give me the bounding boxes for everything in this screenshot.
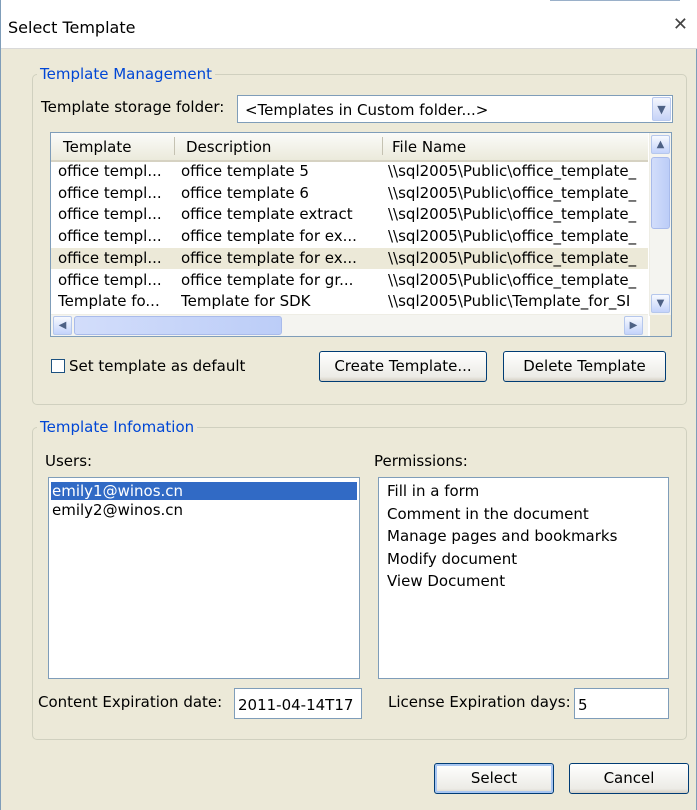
table-cell: office template extract [181, 205, 353, 224]
close-icon[interactable]: ✕ [673, 16, 688, 34]
table-cell: office template 6 [181, 183, 309, 202]
column-header-description[interactable]: Description [186, 138, 271, 156]
table-header: Template Description File Name [51, 133, 648, 162]
horizontal-scroll-thumb[interactable] [74, 316, 282, 335]
scroll-left-icon[interactable]: ◀ [53, 316, 72, 335]
license-expiration-value: 5 [578, 696, 588, 714]
table-row[interactable]: office templ... office template 6 \\sql200… [51, 183, 648, 204]
table-cell: office template 5 [181, 162, 309, 180]
set-default-label[interactable]: Set template as default [69, 357, 245, 375]
select-template-dialog: Select Template ✕ Template Management Te… [0, 0, 697, 810]
vertical-scroll-thumb[interactable] [651, 157, 670, 229]
table-vertical-scrollbar[interactable]: ▲ ▼ [649, 133, 671, 316]
table-cell: office template for ex... [181, 227, 357, 246]
delete-template-button[interactable]: Delete Template [503, 351, 666, 382]
license-expiration-label: License Expiration days: [388, 693, 571, 711]
content-expiration-field[interactable]: 2011-04-14T17 [234, 688, 362, 719]
table-cell: office template for gr... [181, 270, 354, 289]
user-list-item[interactable]: emily2@winos.cn [52, 501, 183, 519]
table-row[interactable]: office templ... office template extract \\… [51, 204, 648, 225]
users-list[interactable]: emily1@winos.cn emily2@winos.cn [48, 477, 360, 679]
permission-list-item[interactable]: Manage pages and bookmarks [387, 527, 617, 545]
scroll-up-icon[interactable]: ▲ [651, 135, 670, 154]
storage-folder-label: Template storage folder: [41, 98, 225, 116]
table-cell: office templ... [58, 248, 162, 267]
window-title: Select Template [8, 18, 136, 37]
permission-list-item[interactable]: Modify document [387, 550, 517, 568]
scroll-down-icon[interactable]: ▼ [651, 294, 670, 313]
table-cell: \\sql2005\Public\office_template_ [388, 227, 637, 246]
title-bar-edge [550, 0, 680, 1]
permissions-label: Permissions: [374, 452, 468, 470]
column-header-template[interactable]: Template [63, 138, 131, 156]
table-row[interactable]: office templ... office template 5 \\sql200… [51, 161, 648, 182]
permissions-list[interactable]: Fill in a form Comment in the document Man… [378, 477, 669, 679]
table-cell: office templ... [58, 162, 162, 180]
permission-list-item[interactable]: Fill in a form [387, 482, 479, 500]
permission-list-item[interactable]: Comment in the document [387, 505, 589, 523]
select-button[interactable]: Select [434, 763, 554, 794]
table-cell: office templ... [58, 205, 162, 224]
template-information-legend: Template Infomation [40, 418, 195, 436]
table-cell: \\sql2005\Public\office_template_ [388, 162, 637, 180]
table-cell: office templ... [58, 183, 162, 202]
table-row[interactable]: office templ... office template for ex...… [51, 226, 648, 247]
scroll-corner [650, 315, 671, 336]
table-cell: office templ... [58, 270, 162, 289]
table-cell: office templ... [58, 227, 162, 246]
template-management-legend: Template Management [40, 65, 213, 83]
table-cell: \\sql2005\Public\office_template_ [388, 270, 637, 289]
scroll-right-icon[interactable]: ▶ [624, 316, 643, 335]
table-row[interactable]: office templ... office template for gr...… [51, 270, 648, 291]
license-expiration-field[interactable]: 5 [574, 688, 669, 719]
set-default-checkbox[interactable] [51, 359, 65, 373]
storage-folder-select[interactable]: <Templates in Custom folder...> ▼ [237, 95, 673, 123]
table-cell: \\sql2005\Public\office_template_ [388, 248, 637, 267]
table-horizontal-scrollbar[interactable]: ◀ ▶ [51, 314, 648, 336]
content-expiration-label: Content Expiration date: [38, 693, 223, 711]
column-divider[interactable] [382, 137, 383, 155]
table-cell: office template for ex... [181, 248, 357, 267]
create-template-button[interactable]: Create Template... [319, 351, 487, 382]
users-label: Users: [45, 452, 93, 470]
permission-list-item[interactable]: View Document [387, 572, 505, 590]
chevron-down-icon[interactable]: ▼ [652, 97, 671, 121]
column-header-file-name[interactable]: File Name [392, 138, 466, 156]
user-list-item[interactable]: emily1@winos.cn [51, 482, 357, 500]
content-expiration-value: 2011-04-14T17 [238, 696, 354, 714]
table-cell: \\sql2005\Public\office_template_ [388, 183, 637, 202]
template-table[interactable]: Template Description File Name office te… [50, 132, 672, 337]
table-cell: \\sql2005\Public\Template_for_SI [388, 292, 631, 311]
table-cell: Template for SDK [181, 292, 311, 311]
table-cell: \\sql2005\Public\office_template_ [388, 205, 637, 224]
table-cell: Template fo... [58, 292, 160, 311]
table-row[interactable]: office templ... office template for ex...… [51, 247, 648, 269]
cancel-button[interactable]: Cancel [569, 763, 689, 794]
table-row[interactable]: Template fo... Template for SDK \\sql2005\… [51, 291, 648, 312]
title-bar: Select Template ✕ [1, 0, 697, 49]
storage-folder-value: <Templates in Custom folder...> [245, 101, 489, 119]
column-divider[interactable] [174, 137, 175, 155]
